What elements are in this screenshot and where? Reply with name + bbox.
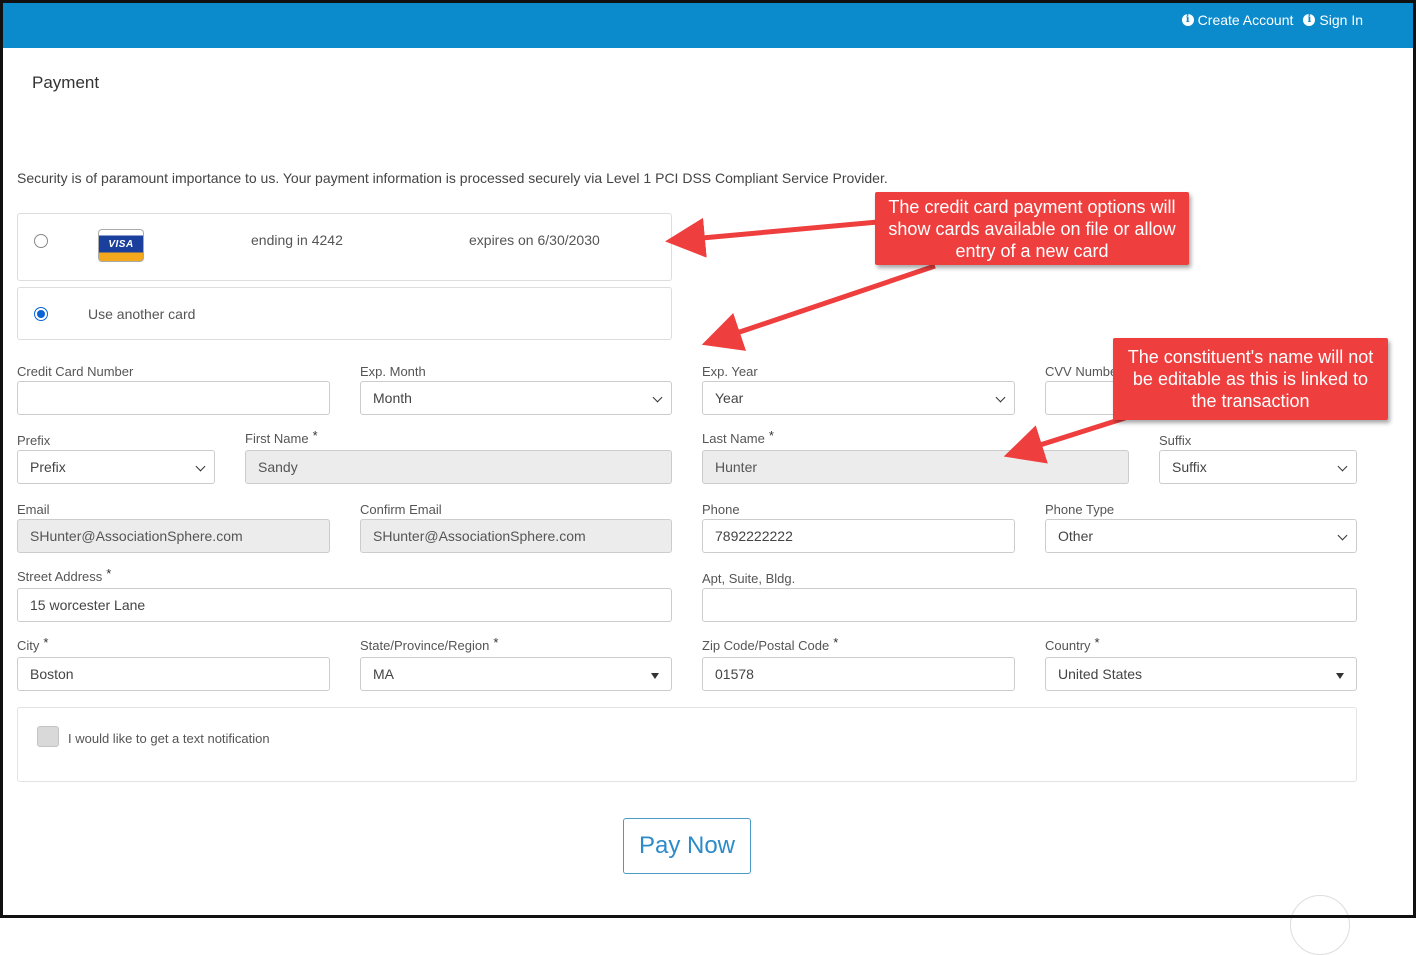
arrow-to-new-card-fields	[701, 263, 936, 351]
arrow-to-saved-card	[665, 217, 879, 258]
annotation-arrows	[665, 217, 1126, 464]
card-options-callout: The credit card payment options will sho…	[875, 192, 1189, 265]
arrow-to-last-name	[1003, 415, 1126, 464]
name-not-editable-callout: The constituent's name will not be edita…	[1113, 338, 1388, 420]
